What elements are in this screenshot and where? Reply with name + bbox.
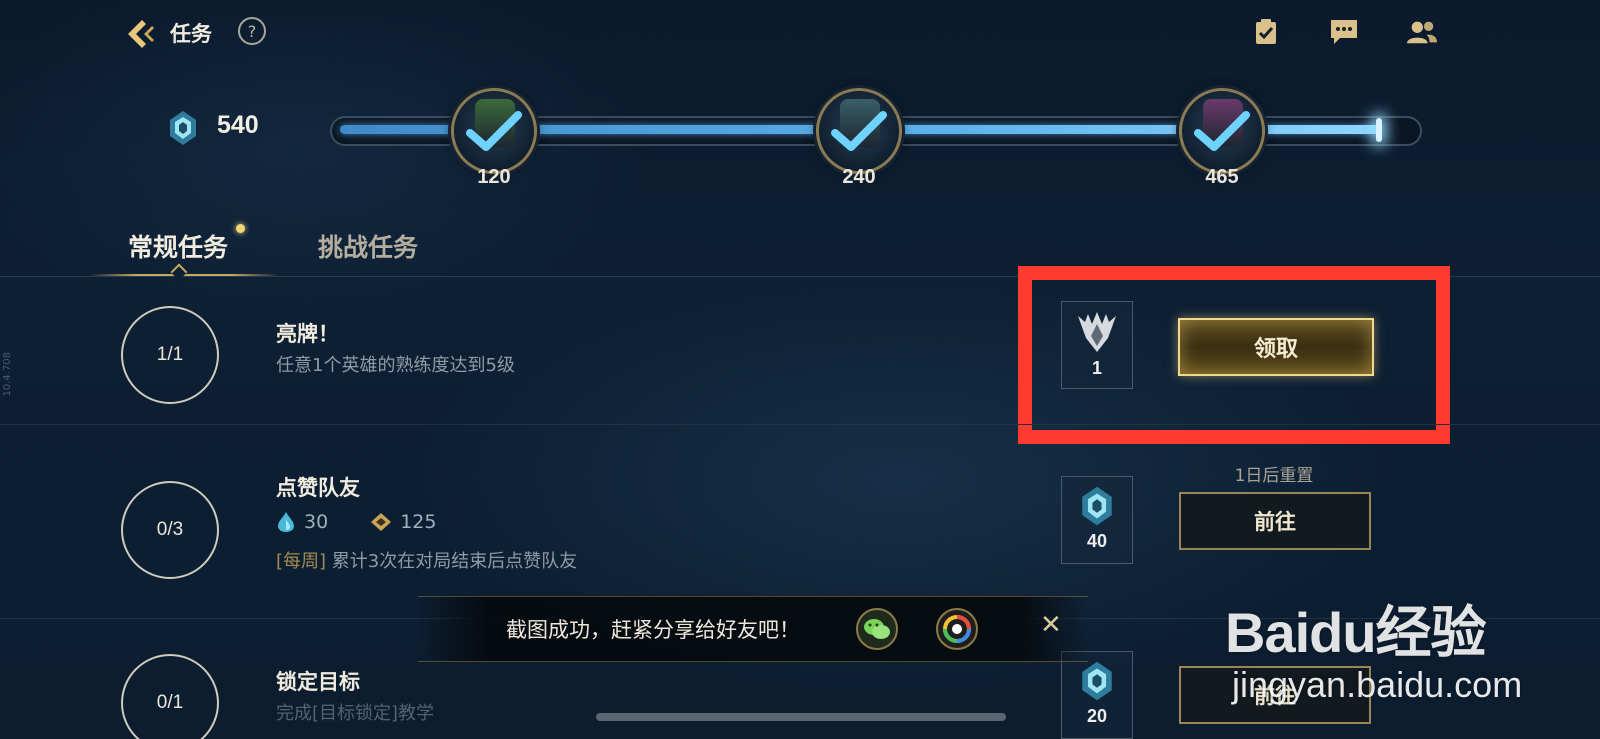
task-reward: 40 xyxy=(1061,476,1133,564)
home-indicator[interactable] xyxy=(596,713,1006,721)
baidu-watermark: Baidu经验 xyxy=(1225,601,1487,664)
help-icon: ? xyxy=(247,21,257,41)
task-title: 点赞队友 xyxy=(276,476,360,500)
friends-button[interactable] xyxy=(1406,16,1438,48)
back-arrow-icon xyxy=(128,20,154,48)
task-title: 锁定目标 xyxy=(276,670,360,694)
watermark-url: jingyan.baidu.com xyxy=(1232,664,1523,705)
checkmark-icon xyxy=(466,111,522,151)
wechat-share-button[interactable] xyxy=(856,608,898,650)
task-progress-circle: 1/1 xyxy=(121,306,219,404)
moments-icon xyxy=(943,615,971,643)
go-button[interactable]: 前往 xyxy=(1179,492,1371,550)
toast-close-button[interactable]: ✕ xyxy=(1040,610,1062,640)
task-progress-circle: 0/1 xyxy=(121,654,219,739)
progress-tip xyxy=(1376,118,1382,142)
reward-amount: 20 xyxy=(1086,706,1108,726)
moments-share-button[interactable] xyxy=(936,608,978,650)
checkmark-icon xyxy=(831,111,887,151)
token-amount: 125 xyxy=(400,511,437,533)
task-reward: 20 xyxy=(1061,651,1133,739)
tab-regular-tasks[interactable]: 常规任务 xyxy=(128,228,228,264)
checkmark-icon xyxy=(1194,111,1250,151)
pass-points-icon xyxy=(1082,661,1112,701)
checklist-icon xyxy=(1256,19,1276,44)
points-value: 540 xyxy=(217,111,259,139)
checklist-button[interactable] xyxy=(1250,16,1282,48)
weekly-tag: [每周] xyxy=(276,551,327,572)
row-divider xyxy=(0,424,1600,425)
active-tab-caret xyxy=(170,263,188,281)
blue-essence-icon xyxy=(278,512,294,532)
back-button[interactable] xyxy=(120,14,160,54)
toast-message: 截图成功，赶紧分享给好友吧！ xyxy=(506,618,800,642)
pass-points-icon xyxy=(168,110,198,150)
milestone-value: 465 xyxy=(1205,166,1239,188)
milestone-chest[interactable] xyxy=(451,88,537,174)
task-progress-circle: 0/3 xyxy=(121,481,219,579)
tab-challenge-tasks[interactable]: 挑战任务 xyxy=(318,228,418,264)
page-title: 任务 xyxy=(170,22,212,46)
milestone-value: 120 xyxy=(477,166,511,188)
chat-icon xyxy=(1331,20,1357,44)
chat-button[interactable] xyxy=(1328,16,1360,48)
task-description-text: 累计3次在对局结束后点赞队友 xyxy=(331,551,578,572)
milestone-chest[interactable] xyxy=(1179,88,1265,174)
highlight-box xyxy=(1018,266,1450,444)
task-description: 任意1个英雄的熟练度达到5级 xyxy=(276,355,515,376)
wechat-icon xyxy=(864,619,890,639)
gold-token-icon xyxy=(371,513,392,531)
friends-icon xyxy=(1406,21,1438,44)
task-title: 亮牌！ xyxy=(276,322,339,346)
task-small-rewards: 30 125 xyxy=(276,511,436,533)
help-button[interactable]: ? xyxy=(238,17,266,45)
milestone-chest[interactable] xyxy=(816,88,902,174)
reset-timer: 1日后重置 xyxy=(1234,466,1314,486)
pass-points-icon xyxy=(1082,486,1112,526)
version-text: 10.4.708 xyxy=(2,352,13,397)
notification-dot xyxy=(236,224,245,233)
task-description: [每周] 累计3次在对局结束后点赞队友 xyxy=(276,547,577,573)
milestone-value: 240 xyxy=(842,166,876,188)
essence-amount: 30 xyxy=(304,511,329,533)
reward-amount: 40 xyxy=(1086,531,1108,551)
task-description: 完成[目标锁定]教学 xyxy=(276,703,435,724)
